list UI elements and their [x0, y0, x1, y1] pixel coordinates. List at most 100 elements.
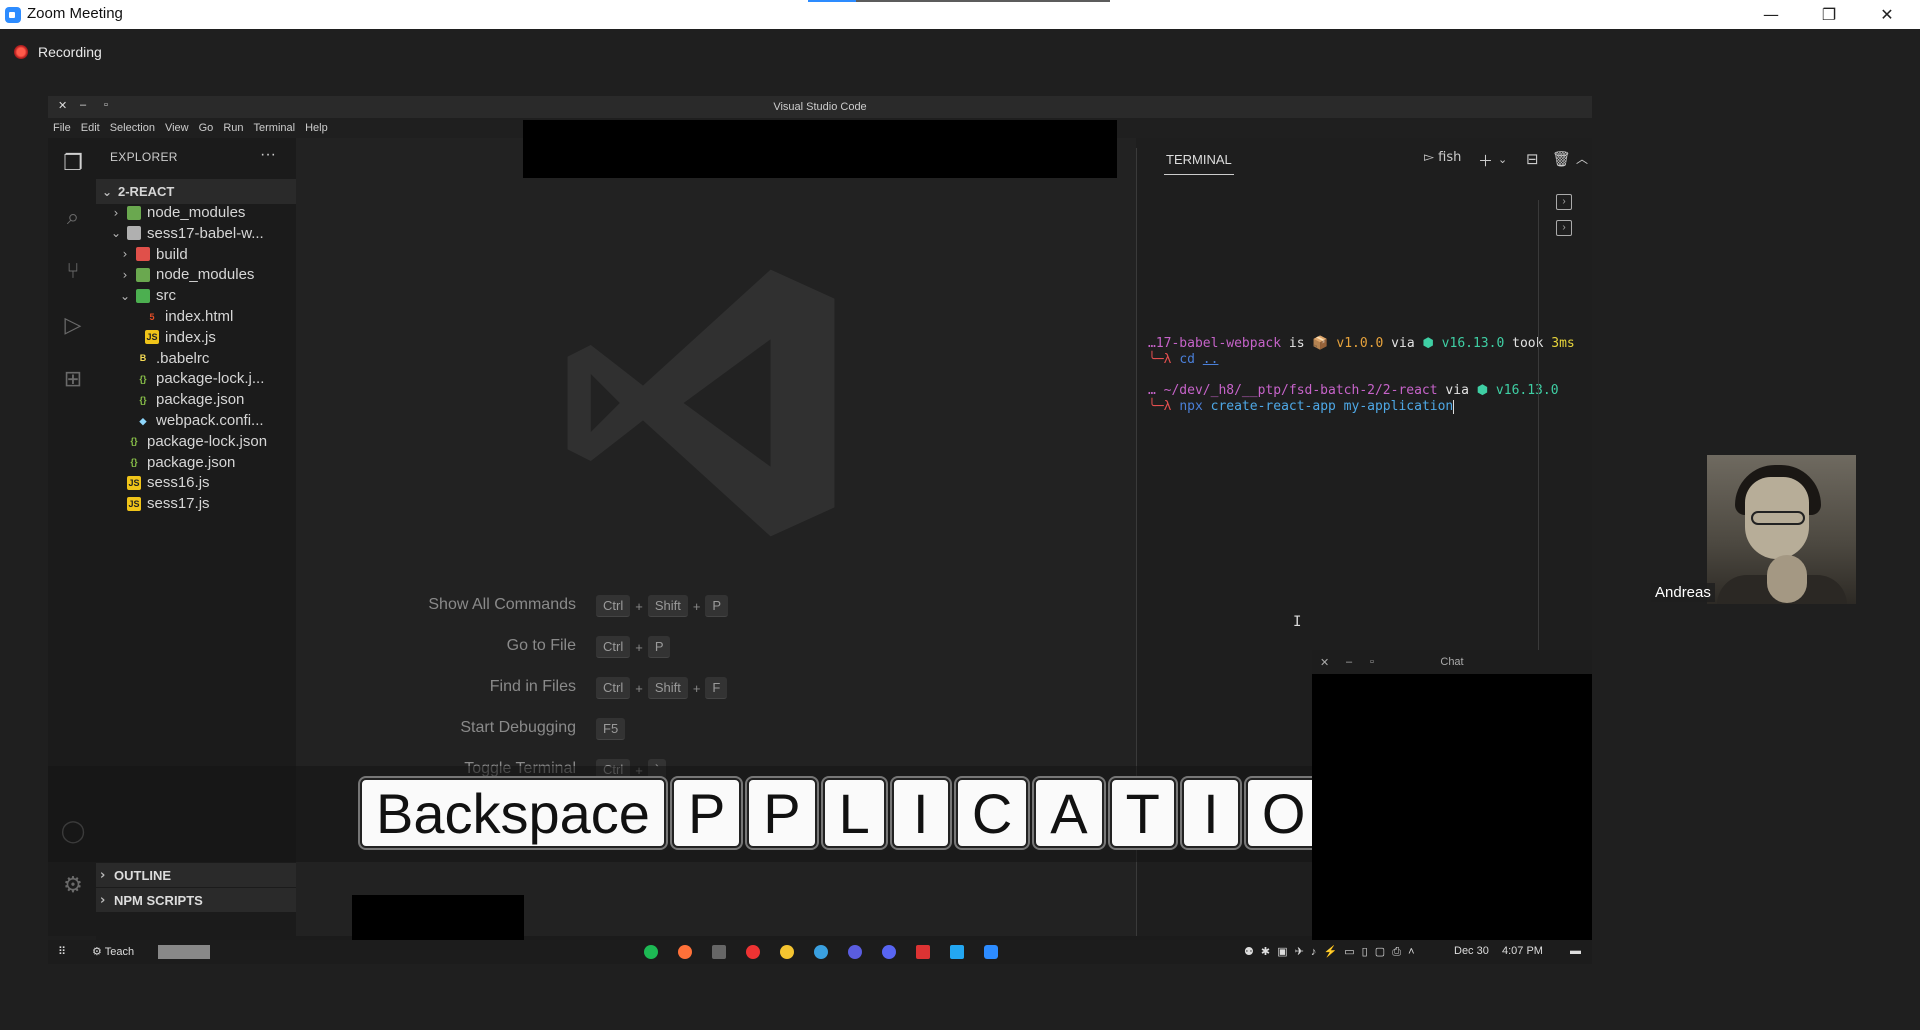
maximize-panel-icon[interactable]: ︿	[1576, 150, 1588, 167]
restore-button[interactable]: ❐	[1800, 0, 1858, 29]
extensions-icon[interactable]: ⊞	[60, 366, 86, 392]
emoji-app-icon[interactable]	[780, 945, 794, 959]
system-tray-icons[interactable]: ⚉ ✱ ▣ ✈ ♪ ⚡ ▭ ▯ ▢ ⎙ ˄	[1244, 945, 1417, 959]
webpack-icon: ◆	[139, 415, 147, 426]
shortcut-hint-label: Start Debugging	[460, 719, 576, 736]
keystroke-keycap: O	[1245, 778, 1322, 848]
term-command: cd	[1179, 352, 1195, 367]
terminal-line-4[interactable]: ╰─λ npx create-react-app my-application	[1148, 399, 1455, 414]
shortcut-keys: Ctrl + P	[596, 636, 671, 658]
menu-edit[interactable]: Edit	[81, 122, 100, 134]
menu-go[interactable]: Go	[199, 122, 214, 134]
menu-terminal[interactable]: Terminal	[254, 122, 296, 134]
term-text: is	[1281, 336, 1313, 351]
terminal-cursor	[1453, 399, 1455, 414]
tree-item-label: node_modules	[147, 204, 246, 221]
tree-item-label: sess17.js	[147, 495, 210, 513]
keycap-hint: F	[705, 677, 728, 699]
redacted-area	[352, 895, 524, 943]
settings-gear-icon[interactable]: ⚙	[60, 872, 86, 898]
terminal-shell-selector[interactable]: ▻ fish	[1424, 150, 1461, 165]
keycap-hint: F5	[596, 718, 626, 740]
vscode-icon[interactable]	[950, 945, 964, 959]
app-icon[interactable]	[848, 945, 862, 959]
discord-icon[interactable]	[882, 945, 896, 959]
browser-icon[interactable]	[814, 945, 828, 959]
term-path: … ~/dev/_h8/__ptp/fsd-batch-2/2-react	[1148, 383, 1438, 398]
tree-item-label: build	[156, 245, 188, 263]
workspace-switcher[interactable]: ⚙ Teach	[92, 945, 134, 958]
chat-title: Chat	[1440, 656, 1464, 668]
participant-glasses	[1751, 511, 1805, 525]
tree-item-label: index.html	[165, 308, 234, 325]
chevron-down-icon[interactable]: ⌄	[1498, 153, 1507, 166]
close-window-button[interactable]: ✕	[1858, 0, 1916, 29]
recording-label: Recording	[38, 44, 102, 60]
chevron-right-icon: ›	[100, 892, 106, 908]
zoom-icon[interactable]	[984, 945, 998, 959]
json-icon: {}	[130, 457, 138, 468]
search-icon[interactable]: ⌕	[60, 204, 86, 230]
keystroke-keycap: A	[1034, 778, 1104, 848]
explorer-icon[interactable]: ❐	[60, 150, 86, 176]
calendar-icon[interactable]	[916, 945, 930, 959]
split-terminal-icon[interactable]: ⊟	[1526, 150, 1539, 168]
tree-item-label: package-lock.j...	[156, 370, 265, 388]
firefox-icon[interactable]	[678, 945, 692, 959]
menu-file[interactable]: File	[53, 122, 71, 134]
file-item[interactable]: JS sess17.js	[96, 491, 296, 516]
workspace-preview[interactable]	[158, 945, 210, 959]
folder-build-icon	[136, 247, 150, 262]
keystroke-keycap: I	[1181, 778, 1240, 848]
terminal-tab[interactable]: TERMINAL	[1166, 152, 1232, 167]
app-grid-icon[interactable]: ⠿	[58, 945, 66, 958]
json-icon: {}	[139, 373, 147, 384]
keycap-hint: P	[647, 636, 671, 658]
npm-scripts-section[interactable]: › NPM SCRIPTS	[96, 888, 296, 912]
notification-icon[interactable]: ▬	[1570, 945, 1581, 957]
recording-indicator[interactable]: Recording	[14, 44, 102, 60]
menu-run[interactable]: Run	[223, 122, 243, 134]
tree-item-label: package-lock.json	[147, 432, 268, 450]
minimize-button[interactable]: —	[1742, 0, 1800, 29]
term-path: …17-babel-webpack	[1148, 336, 1282, 351]
participant-name: Andreas	[1651, 583, 1715, 602]
tree-item-label: package.json	[147, 453, 236, 471]
outline-section[interactable]: › OUTLINE	[96, 863, 296, 887]
spotify-icon[interactable]	[644, 945, 658, 959]
recording-dot-icon	[14, 45, 28, 59]
terminal-list-icon[interactable]: ›	[1556, 220, 1572, 236]
terminal-list-icon[interactable]: ›	[1556, 194, 1572, 210]
new-terminal-icon[interactable]: ＋	[1478, 150, 1493, 171]
chevron-right-icon: ›	[122, 267, 128, 282]
explorer-more-icon[interactable]: ···	[260, 146, 276, 164]
key-separator: +	[692, 598, 701, 614]
menu-selection[interactable]: Selection	[110, 122, 155, 134]
tree-item-label: sess16.js	[147, 474, 210, 492]
keycap-hint: Shift	[647, 595, 688, 617]
key-separator: +	[635, 680, 643, 696]
chrome-icon[interactable]	[746, 945, 760, 959]
taskbar-time: 4:07 PM	[1502, 945, 1543, 957]
vscode-watermark-logo	[567, 269, 835, 537]
folder-src-icon	[136, 288, 150, 303]
terminal-app-icon[interactable]	[712, 945, 726, 959]
participant-video[interactable]	[1707, 455, 1856, 604]
tree-item-label: webpack.confi...	[156, 412, 264, 429]
tree-item-label: index.js	[165, 328, 216, 346]
keystroke-keycap: Backspace	[360, 778, 666, 848]
menu-help[interactable]: Help	[305, 122, 328, 134]
shortcut-hint-label: Go to File	[506, 637, 576, 654]
keycap-hint: P	[705, 595, 729, 617]
term-node-version: ⬢ v16.13.0	[1476, 383, 1559, 398]
trash-icon[interactable]: 🗑	[1552, 150, 1571, 168]
term-text: via	[1383, 336, 1423, 351]
keycap-hint: Ctrl	[596, 595, 631, 617]
terminal-line-3: … ~/dev/_h8/__ptp/fsd-batch-2/2-react vi…	[1148, 383, 1559, 398]
term-prompt: ╰─λ	[1148, 352, 1180, 367]
shortcut-keys: Ctrl + Shift + P	[596, 595, 729, 617]
run-debug-icon[interactable]: ▷	[60, 312, 86, 338]
source-control-icon[interactable]: ⑂	[60, 258, 86, 284]
menu-view[interactable]: View	[165, 122, 189, 134]
desktop-taskbar: ⠿ ⚙ Teach ⚉ ✱ ▣ ✈ ♪ ⚡ ▭ ▯ ▢ ⎙ ˄ Dec 30 4…	[48, 940, 1592, 964]
